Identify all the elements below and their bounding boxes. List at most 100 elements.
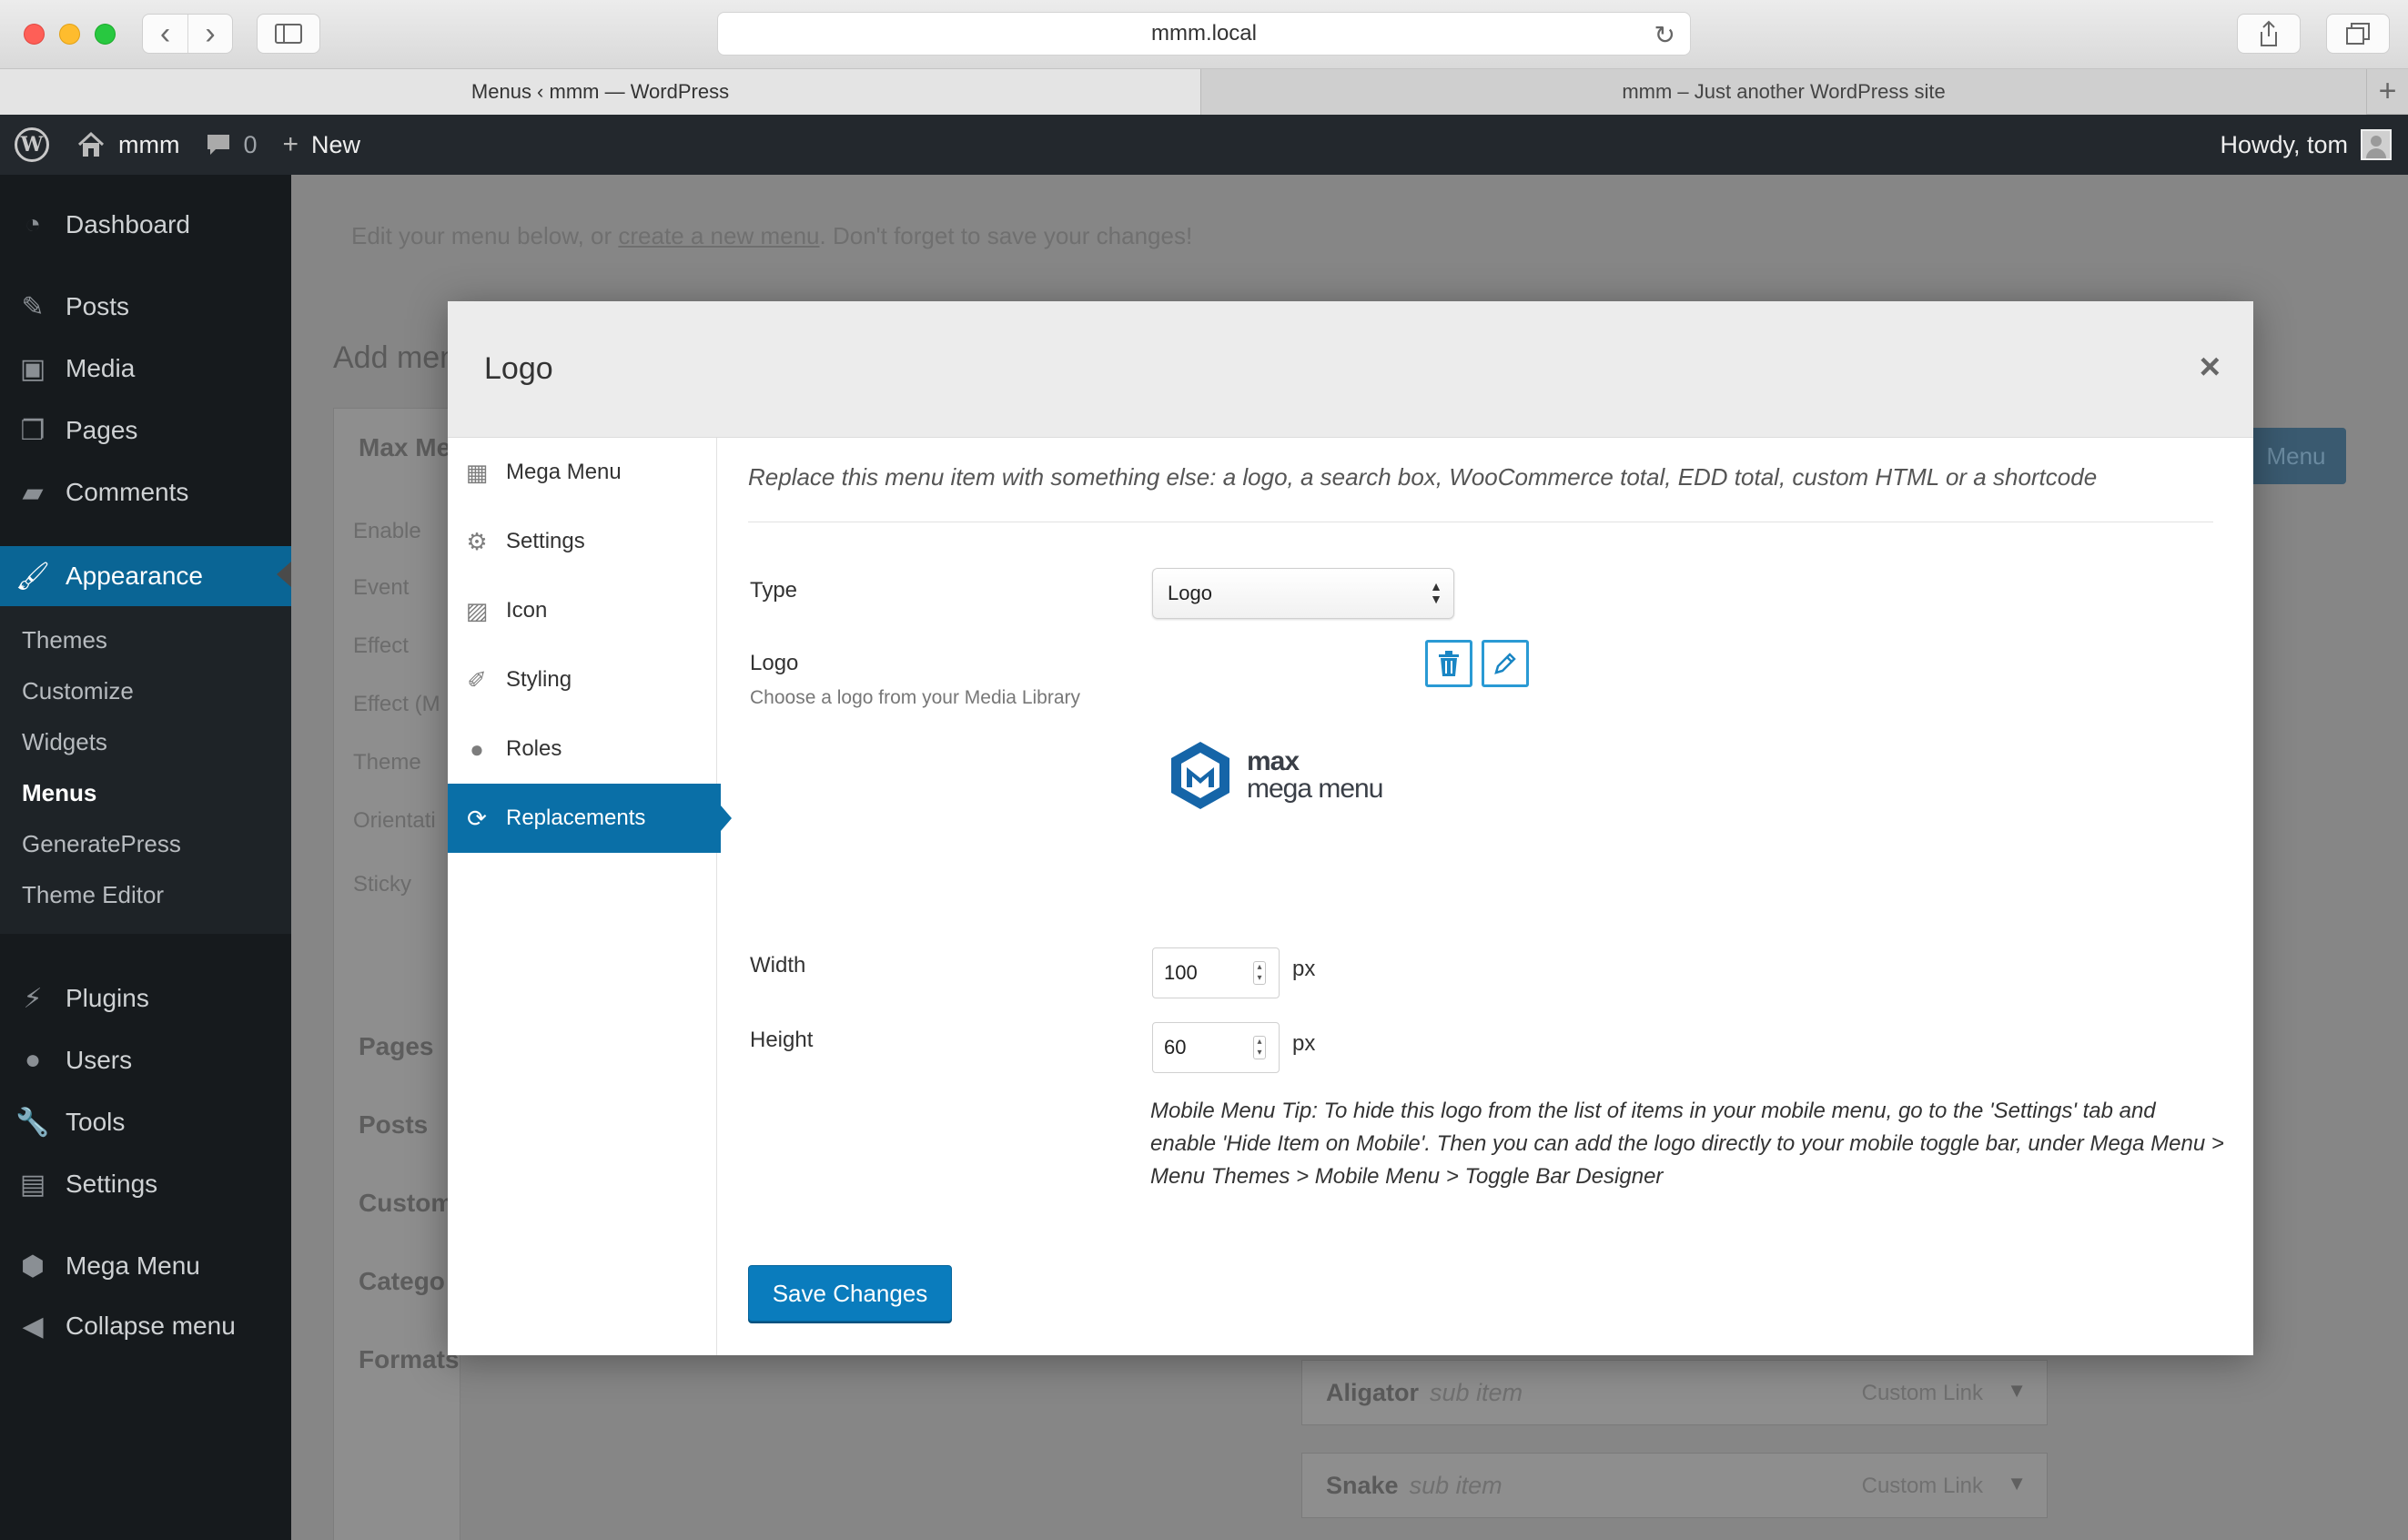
menu-item-subtitle: sub item — [1430, 1379, 1523, 1406]
tab-label: Styling — [506, 667, 572, 692]
section-pages[interactable]: Pages — [359, 1032, 434, 1061]
mega-menu-button[interactable]: Menu — [2246, 428, 2346, 484]
site-name-link[interactable]: mmm — [64, 115, 192, 175]
section-categories[interactable]: Catego — [359, 1267, 445, 1296]
tab-site[interactable]: mmm – Just another WordPress site — [1201, 69, 2366, 115]
plug-icon: ⚡ — [23, 983, 43, 1014]
menu-item-type: Custom Link — [1861, 1474, 1983, 1498]
sidebar-item-media[interactable]: ▣ Media — [0, 340, 291, 397]
tab-icon[interactable]: ▨ Icon — [448, 576, 717, 645]
sidebar-item-tools[interactable]: 🔧 Tools — [0, 1094, 291, 1150]
section-posts[interactable]: Posts — [359, 1110, 428, 1140]
comment-icon: ▰ — [22, 477, 44, 508]
sidebar-item-comments[interactable]: ▰ Comments — [0, 464, 291, 521]
tab-mega-menu[interactable]: ▦ Mega Menu — [448, 438, 717, 507]
submenu-item-themes[interactable]: Themes — [22, 626, 107, 654]
sidebar-item-settings[interactable]: ▤ Settings — [0, 1156, 291, 1212]
sidebar-item-collapse[interactable]: ◀ Collapse menu — [0, 1298, 291, 1354]
image-icon: ▨ — [465, 596, 489, 624]
sidebar-toggle-button[interactable] — [257, 14, 320, 54]
site-name: mmm — [118, 130, 180, 158]
delete-logo-button[interactable] — [1425, 640, 1472, 687]
reload-icon[interactable]: ↻ — [1654, 20, 1675, 50]
back-arrow-icon[interactable]: ‹ — [143, 15, 187, 53]
height-unit: px — [1292, 1031, 1316, 1056]
megamenu-icon: ⬢ — [20, 1251, 46, 1282]
new-content-link[interactable]: + New — [270, 115, 374, 175]
plus-icon: + — [282, 129, 299, 159]
edit-logo-button[interactable] — [1482, 640, 1529, 687]
submenu-item-theme-editor[interactable]: Theme Editor — [22, 881, 164, 909]
submenu-item-widgets[interactable]: Widgets — [22, 728, 107, 756]
menu-item-settings-modal: Logo × ▦ Mega Menu ⚙ Settings ▨ Icon ✐ S… — [448, 301, 2253, 1355]
tab-styling[interactable]: ✐ Styling — [448, 645, 717, 714]
modal-title: Logo — [484, 351, 553, 386]
stepper-icon[interactable]: ▴ ▾ — [1253, 961, 1266, 985]
expand-arrow-icon[interactable]: ▼ — [2007, 1472, 2027, 1495]
sidebar-item-users[interactable]: ● Users — [0, 1032, 291, 1089]
setting-label: Orientati — [353, 808, 436, 833]
media-icon: ▣ — [19, 353, 46, 384]
wordpress-logo-icon: W — [15, 127, 49, 162]
sidebar-item-label: Media — [66, 354, 136, 382]
sidebar-item-label: Pages — [66, 416, 138, 444]
add-menu-items-heading: Add men — [333, 340, 458, 375]
menu-item-row[interactable]: Snake sub item Custom Link ▼ — [1301, 1453, 2048, 1518]
close-icon[interactable]: × — [2200, 347, 2221, 388]
my-account-link[interactable]: Howdy, tom — [2220, 129, 2408, 160]
comments-link[interactable]: 0 — [192, 115, 269, 175]
forward-arrow-icon[interactable]: › — [187, 15, 232, 53]
pin-icon: ✎ — [21, 291, 45, 322]
expand-arrow-icon[interactable]: ▼ — [2007, 1379, 2027, 1403]
logo-preview: max mega menu — [1152, 640, 1452, 904]
submenu-item-menus[interactable]: Menus — [22, 779, 96, 807]
setting-label: Sticky — [353, 872, 412, 897]
sidebar-item-appearance[interactable]: 🖌 Appearance — [0, 546, 291, 606]
address-bar[interactable]: mmm.local ↻ — [717, 12, 1691, 56]
menu-item-title: Snake — [1326, 1472, 1399, 1499]
sidebar-item-dashboard[interactable]: ◔ Dashboard — [0, 197, 291, 253]
create-new-menu-link[interactable]: create a new menu — [618, 222, 819, 249]
sidebar-item-mega-menu[interactable]: ⬢ Mega Menu — [0, 1238, 291, 1294]
tab-roles[interactable]: ● Roles — [448, 714, 717, 784]
close-window-button[interactable] — [24, 24, 45, 45]
stepper-icon[interactable]: ▴ ▾ — [1253, 1036, 1266, 1059]
setting-label: Theme — [353, 750, 421, 775]
navigation-buttons: ‹ › — [142, 14, 233, 54]
sidebar-item-pages[interactable]: ❐ Pages — [0, 402, 291, 459]
width-unit: px — [1292, 957, 1316, 981]
share-button[interactable] — [2237, 14, 2301, 54]
tab-label: Icon — [506, 598, 548, 623]
home-icon — [77, 131, 105, 157]
sidebar-item-plugins[interactable]: ⚡ Plugins — [0, 970, 291, 1027]
sidebar-item-posts[interactable]: ✎ Posts — [0, 279, 291, 335]
submenu-item-generatepress[interactable]: GeneratePress — [22, 830, 181, 858]
wrench-icon: 🔧 — [15, 1107, 50, 1138]
height-input[interactable]: 60 ▴ ▾ — [1152, 1022, 1280, 1073]
save-changes-button[interactable]: Save Changes — [748, 1265, 952, 1322]
max-mega-menu-panel-title: Max Me — [359, 433, 451, 461]
type-select[interactable]: Logo ▲ ▼ — [1152, 568, 1454, 619]
tab-label: Roles — [506, 736, 562, 761]
users-icon: ● — [24, 1045, 42, 1075]
show-tabs-button[interactable] — [2326, 14, 2390, 54]
minimize-window-button[interactable] — [59, 24, 80, 45]
modal-header: Logo × — [448, 301, 2253, 438]
width-input[interactable]: 100 ▴ ▾ — [1152, 947, 1280, 998]
setting-label: Event — [353, 575, 410, 600]
pencil-icon — [1494, 653, 1516, 674]
intro-text-after: . Don't forget to save your changes! — [819, 222, 1193, 249]
section-custom-links[interactable]: Custom — [359, 1189, 453, 1218]
setting-label: Effect — [353, 633, 409, 658]
logo-wordmark-max: max — [1247, 746, 1300, 776]
submenu-item-customize[interactable]: Customize — [22, 677, 134, 705]
wp-logo-menu[interactable]: W — [0, 115, 64, 175]
height-value: 60 — [1164, 1036, 1187, 1059]
tab-menus[interactable]: Menus ‹ mmm — WordPress — [0, 69, 1201, 115]
new-tab-button[interactable]: + — [2366, 69, 2408, 114]
tab-settings[interactable]: ⚙ Settings — [448, 507, 717, 576]
section-formats[interactable]: Formats — [359, 1345, 459, 1374]
menu-item-row[interactable]: Aligator sub item Custom Link ▼ — [1301, 1360, 2048, 1425]
zoom-window-button[interactable] — [95, 24, 116, 45]
tab-replacements[interactable]: ⟳ Replacements — [448, 784, 732, 853]
